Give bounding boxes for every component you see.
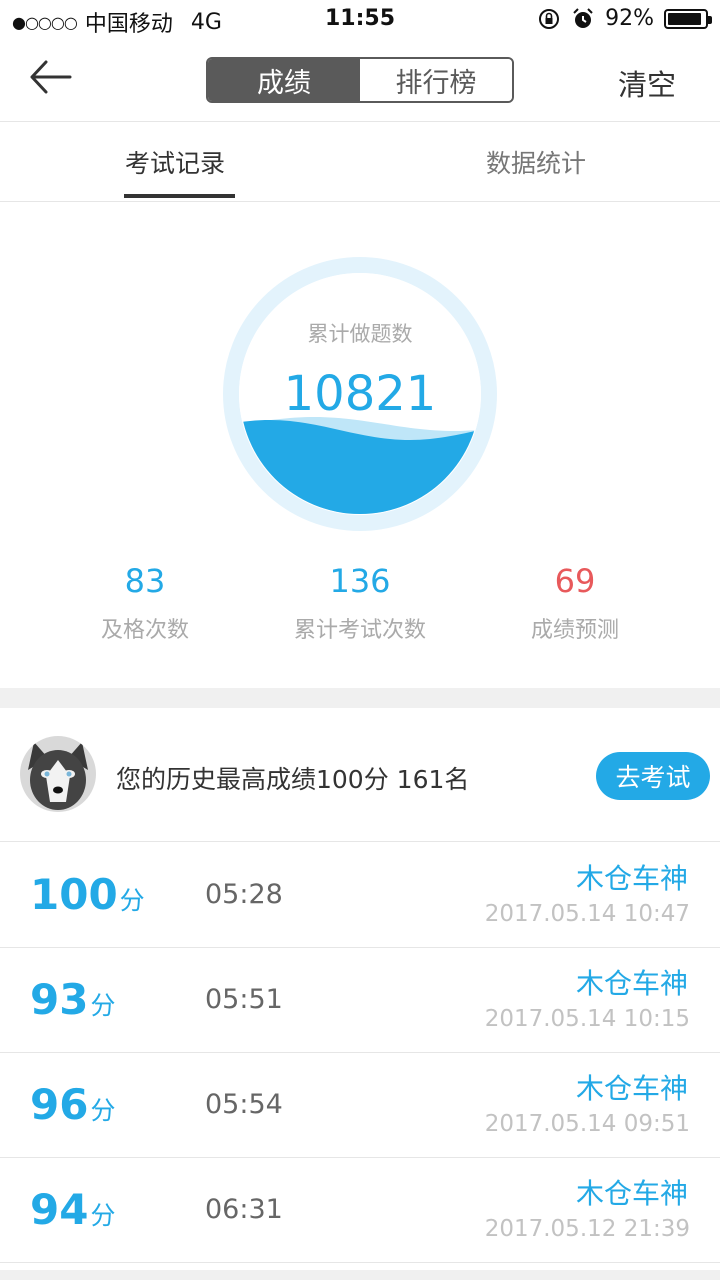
stats-row: 83 及格次数 136 累计考试次数 69 成绩预测 — [0, 560, 720, 660]
best-score-row: 您的历史最高成绩100分 161名 去考试 — [0, 708, 720, 842]
stat-pass-count: 83 及格次数 — [25, 560, 265, 644]
record-duration: 05:51 — [205, 984, 283, 1015]
record-date: 2017.05.12 21:39 — [484, 1216, 690, 1242]
back-button[interactable] — [24, 56, 78, 98]
alarm-icon — [573, 7, 593, 28]
stat-label: 及格次数 — [100, 618, 189, 643]
clear-button[interactable]: 清空 — [618, 62, 676, 104]
record-duration: 06:31 — [205, 1194, 283, 1225]
nav-bar: 成绩 排行榜 清空 — [0, 40, 720, 122]
record-duration: 05:28 — [205, 879, 283, 910]
stat-score-prediction: 69 成绩预测 — [455, 560, 695, 644]
status-bar: ●○○○○ 中国移动 4G 11:55 92% — [0, 0, 720, 40]
back-arrow-icon — [30, 60, 72, 94]
score-unit: 分 — [90, 991, 116, 1020]
tab-data-statistics[interactable]: 数据统计 — [486, 144, 586, 180]
record-user-name: 木仓车神 — [575, 1177, 688, 1210]
record-user-name: 木仓车神 — [575, 967, 688, 1000]
record-date: 2017.05.14 09:51 — [484, 1111, 690, 1137]
tab-exam-records[interactable]: 考试记录 — [125, 144, 225, 180]
battery-percent: 92% — [605, 6, 654, 31]
score-unit: 分 — [90, 1201, 116, 1230]
score-value: 94 — [30, 1185, 89, 1234]
section-divider — [0, 688, 720, 708]
score-value: 96 — [30, 1080, 89, 1129]
avatar — [20, 736, 96, 812]
score-value: 100 — [30, 870, 118, 919]
record-user-name: 木仓车神 — [575, 862, 688, 895]
segment-scores[interactable]: 成绩 — [208, 59, 360, 101]
segmented-control: 成绩 排行榜 — [206, 57, 514, 103]
record-score: 96分 — [30, 1079, 115, 1137]
gauge-label: 累计做题数 — [307, 322, 413, 346]
record-duration: 05:54 — [205, 1089, 283, 1120]
active-tab-indicator — [124, 194, 235, 198]
best-score-text: 您的历史最高成绩100分 161名 — [116, 765, 470, 794]
score-value: 93 — [30, 975, 89, 1024]
list-item[interactable]: 93分 05:51 木仓车神 2017.05.14 10:15 — [0, 948, 720, 1053]
list-item[interactable]: 96分 05:54 木仓车神 2017.05.14 09:51 — [0, 1053, 720, 1158]
score-unit: 分 — [119, 886, 145, 915]
exam-record-list: 100分 05:28 木仓车神 2017.05.14 10:47 93分 05:… — [0, 843, 720, 1263]
start-exam-button[interactable]: 去考试 — [596, 752, 710, 800]
stat-label: 成绩预测 — [530, 618, 619, 643]
gauge-value: 10821 — [283, 366, 437, 422]
stat-value: 136 — [329, 562, 391, 600]
battery-icon — [664, 8, 712, 29]
battery-level — [668, 12, 702, 25]
record-date: 2017.05.14 10:47 — [484, 901, 690, 927]
record-score: 93分 — [30, 974, 115, 1032]
record-score: 100分 — [30, 869, 145, 927]
tab-bar: 考试记录 数据统计 — [0, 122, 720, 202]
record-score: 94分 — [30, 1184, 115, 1242]
list-item[interactable]: 94分 06:31 木仓车神 2017.05.12 21:39 — [0, 1158, 720, 1263]
record-user-name: 木仓车神 — [575, 1072, 688, 1105]
record-date: 2017.05.14 10:15 — [484, 1006, 690, 1032]
stat-value: 83 — [124, 562, 166, 600]
list-item[interactable]: 100分 05:28 木仓车神 2017.05.14 10:47 — [0, 843, 720, 948]
stat-exam-count: 136 累计考试次数 — [240, 560, 480, 644]
bottom-divider — [0, 1270, 720, 1280]
rotation-lock-icon — [539, 8, 560, 29]
stat-label: 累计考试次数 — [293, 618, 426, 643]
score-unit: 分 — [90, 1096, 116, 1125]
segment-leaderboard[interactable]: 排行榜 — [360, 59, 512, 101]
stat-value: 69 — [554, 562, 596, 600]
